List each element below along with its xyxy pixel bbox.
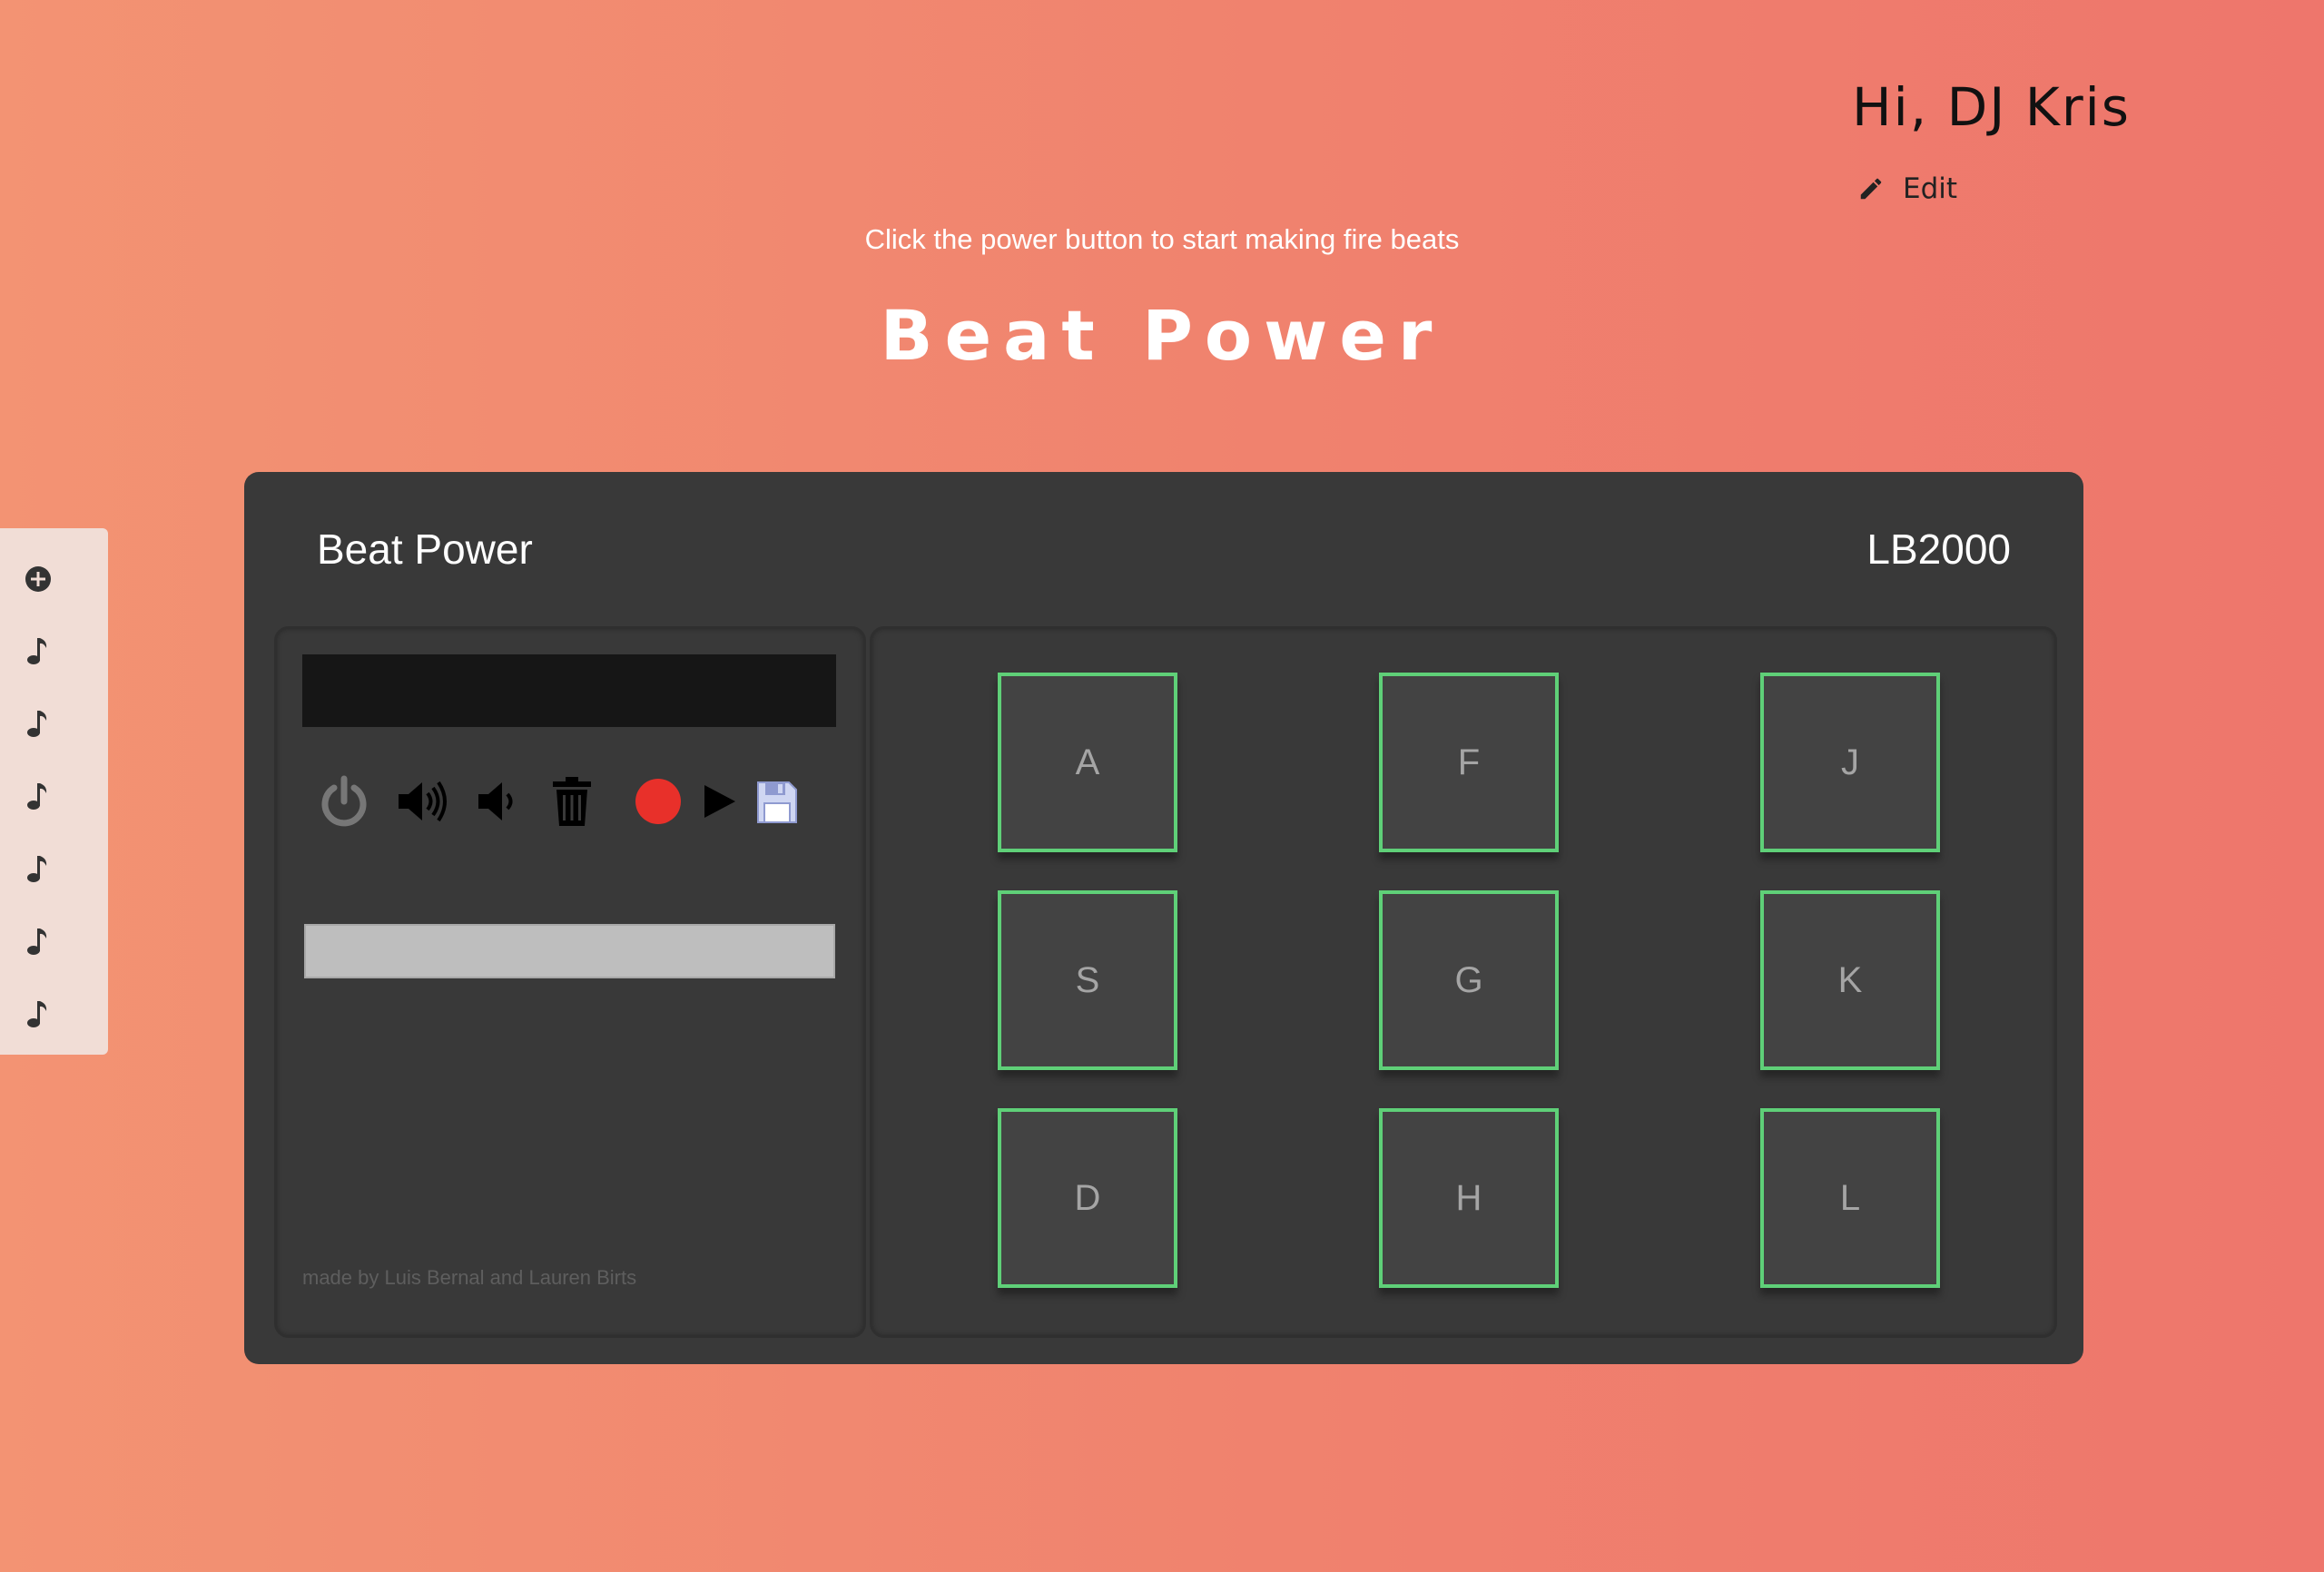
control-panel: made by Luis Bernal and Lauren Birts (274, 626, 866, 1338)
volume-up-button[interactable] (395, 774, 449, 829)
page-title: Beat Power (880, 295, 1444, 376)
drum-pad-grid: A F J S G K D H L (870, 626, 2057, 1338)
drum-pad-a[interactable]: A (998, 673, 1177, 852)
clear-button[interactable] (549, 774, 595, 829)
greeting: Hi, DJ Kris (1852, 76, 2132, 138)
drum-pad-f[interactable]: F (1379, 673, 1559, 852)
console-name: Beat Power (317, 526, 533, 573)
pencil-icon (1860, 178, 1882, 200)
music-note-icon (27, 783, 47, 810)
credits: made by Luis Bernal and Lauren Birts (302, 1266, 637, 1289)
play-icon (704, 785, 735, 818)
edit-button[interactable]: Edit (1857, 172, 1957, 205)
sidebar-item-beat[interactable] (20, 851, 56, 888)
sidebar-item-beat[interactable] (20, 706, 56, 742)
drum-pad-g[interactable]: G (1379, 890, 1559, 1070)
sidebar-item-beat[interactable] (20, 997, 56, 1033)
save-button[interactable] (754, 774, 800, 829)
music-note-icon (27, 856, 47, 882)
console-model: LB2000 (1866, 526, 2011, 573)
volume-down-icon (478, 782, 513, 820)
sidebar-item-beat[interactable] (20, 779, 56, 815)
display-screen (302, 654, 836, 727)
drum-pad-d[interactable]: D (998, 1108, 1177, 1288)
drum-pad-k[interactable]: K (1760, 890, 1940, 1070)
edit-label: Edit (1903, 172, 1958, 205)
drum-pad-j[interactable]: J (1760, 673, 1940, 852)
sidebar-item-beat[interactable] (20, 634, 56, 670)
music-note-icon (27, 711, 47, 737)
music-note-icon (27, 638, 47, 664)
music-note-icon (27, 928, 47, 955)
power-icon (321, 775, 367, 827)
drum-machine: Beat Power LB2000 made by Luis Bernal an… (244, 472, 2083, 1364)
drum-pad-h[interactable]: H (1379, 1108, 1559, 1288)
trash-icon (553, 777, 591, 826)
drum-pad-s[interactable]: S (998, 890, 1177, 1070)
record-button[interactable] (631, 774, 685, 829)
volume-down-button[interactable] (475, 774, 529, 829)
beat-sidebar (0, 528, 108, 1055)
play-button[interactable] (702, 774, 738, 829)
music-note-icon (27, 1001, 47, 1027)
plus-circle-icon (25, 566, 51, 592)
drum-pad-l[interactable]: L (1760, 1108, 1940, 1288)
sidebar-item-beat[interactable] (20, 924, 56, 960)
add-beat-button[interactable] (20, 561, 56, 597)
save-icon (757, 781, 797, 823)
record-icon (635, 779, 681, 824)
power-button[interactable] (317, 774, 371, 829)
volume-up-icon (399, 781, 447, 822)
instruction-text: Click the power button to start making f… (864, 223, 1460, 255)
volume-slider[interactable] (304, 924, 835, 978)
